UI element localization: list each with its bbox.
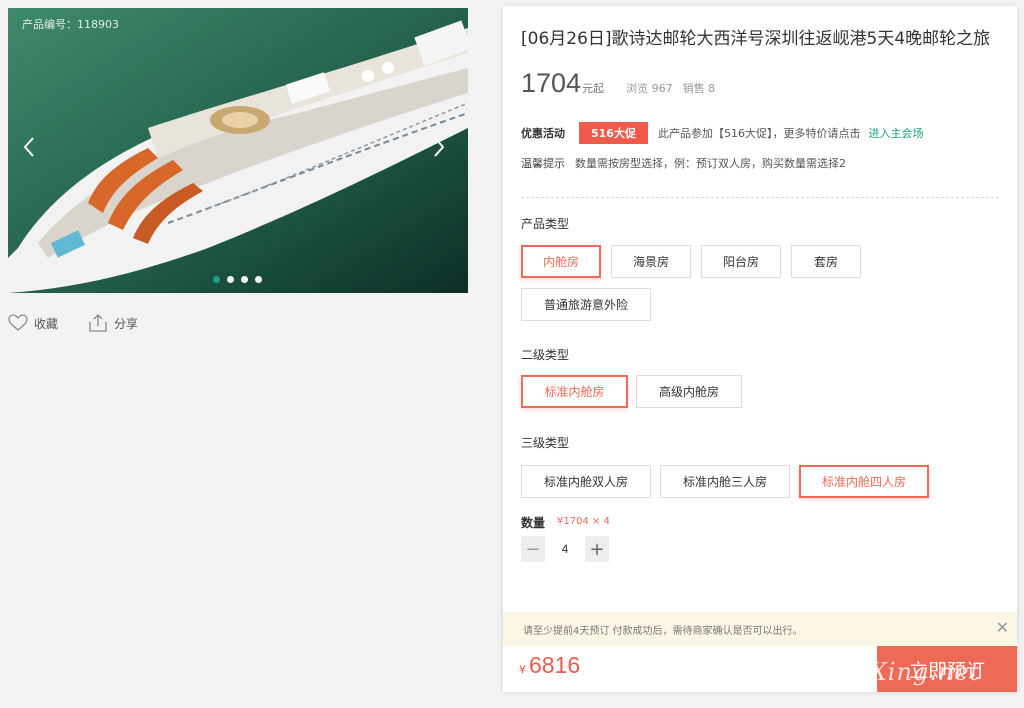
product-code: 产品编号：118903	[22, 18, 119, 31]
third-type-label: 三级类型	[521, 436, 570, 450]
carousel-dot[interactable]	[227, 276, 234, 283]
prev-image-button[interactable]	[22, 136, 44, 162]
promo-badge[interactable]: 516大促	[579, 122, 648, 144]
tip-text: 数量需按房型选择，例：预订双人房，购买数量需选择2	[575, 157, 846, 170]
option-inside-cabin[interactable]: 内舱房	[521, 245, 601, 278]
product-actions: 收藏 分享	[8, 314, 138, 332]
favorite-label: 收藏	[34, 316, 59, 331]
close-icon[interactable]: ✕	[996, 620, 1009, 636]
carousel-dots	[213, 276, 262, 283]
share-label: 分享	[114, 316, 139, 331]
product-image-carousel[interactable]: 产品编号：118903	[8, 8, 468, 293]
cruise-ship-photo	[8, 8, 468, 293]
product-title: [06月26日]歌诗达邮轮大西洋号深圳往返岘港5天4晚邮轮之旅	[521, 29, 991, 49]
quantity-plus-button[interactable]: +	[585, 536, 609, 562]
price: 1704	[521, 68, 582, 98]
chevron-left-icon	[23, 137, 34, 157]
promo-row: 优惠活动 516大促 此产品参加【516大促】，更多特价请点击 进入主会场	[521, 122, 923, 144]
product-detail-panel: [06月26日]歌诗达邮轮大西洋号深圳往返岘港5天4晚邮轮之旅 1704 元起 …	[503, 6, 1017, 692]
price-row: 1704 元起 浏览 967 销售 8	[521, 68, 715, 99]
currency-symbol: ¥	[519, 663, 526, 676]
chevron-right-icon	[434, 137, 445, 157]
option-balcony[interactable]: 阳台房	[701, 245, 781, 278]
carousel-dot[interactable]	[241, 276, 248, 283]
quantity-input[interactable]	[545, 536, 585, 562]
carousel-dot[interactable]	[255, 276, 262, 283]
option-premium-inside[interactable]: 高级内舱房	[636, 375, 742, 408]
tip-label: 温馨提示	[521, 157, 565, 170]
sales-count: 销售 8	[682, 82, 716, 95]
price-unit: 元起	[582, 82, 605, 95]
option-ocean-view[interactable]: 海景房	[611, 245, 691, 278]
booking-notice: 请至少提前4天预订 付款成功后，需待商家确认是否可以出行。 ✕	[503, 612, 1017, 646]
book-now-button[interactable]: 立即预订	[877, 646, 1017, 692]
option-travel-insurance[interactable]: 普通旅游意外险	[521, 288, 651, 321]
total-price: ¥ 6816	[519, 652, 580, 679]
quantity-label: 数量	[521, 516, 546, 530]
option-double-room[interactable]: 标准内舱双人房	[521, 465, 651, 498]
share-button[interactable]: 分享	[88, 314, 138, 332]
heart-icon	[8, 314, 28, 331]
next-image-button[interactable]	[432, 136, 454, 162]
quantity-minus-button[interactable]: −	[521, 536, 545, 562]
sub-type-label: 二级类型	[521, 348, 570, 362]
view-count: 浏览 967	[626, 82, 673, 95]
promo-label: 优惠活动	[521, 127, 565, 140]
promo-text: 此产品参加【516大促】，更多特价请点击	[657, 127, 861, 140]
divider	[521, 197, 999, 198]
favorite-button[interactable]: 收藏	[8, 314, 58, 332]
option-triple-room[interactable]: 标准内舱三人房	[660, 465, 790, 498]
option-standard-inside[interactable]: 标准内舱房	[521, 375, 628, 408]
option-suite[interactable]: 套房	[791, 245, 861, 278]
promo-link[interactable]: 进入主会场	[868, 125, 923, 141]
notice-text: 请至少提前4天预订 付款成功后，需待商家确认是否可以出行。	[523, 625, 803, 637]
total-amount: 6816	[529, 652, 581, 678]
tip-row: 温馨提示 数量需按房型选择，例：预订双人房，购买数量需选择2	[521, 155, 846, 171]
product-type-label: 产品类型	[521, 217, 570, 231]
option-quad-room[interactable]: 标准内舱四人房	[799, 465, 929, 498]
quantity-calc: ¥1704 × 4	[557, 516, 610, 527]
quantity-stepper: − +	[521, 536, 609, 562]
carousel-dot[interactable]	[213, 276, 220, 283]
share-icon	[89, 314, 107, 332]
